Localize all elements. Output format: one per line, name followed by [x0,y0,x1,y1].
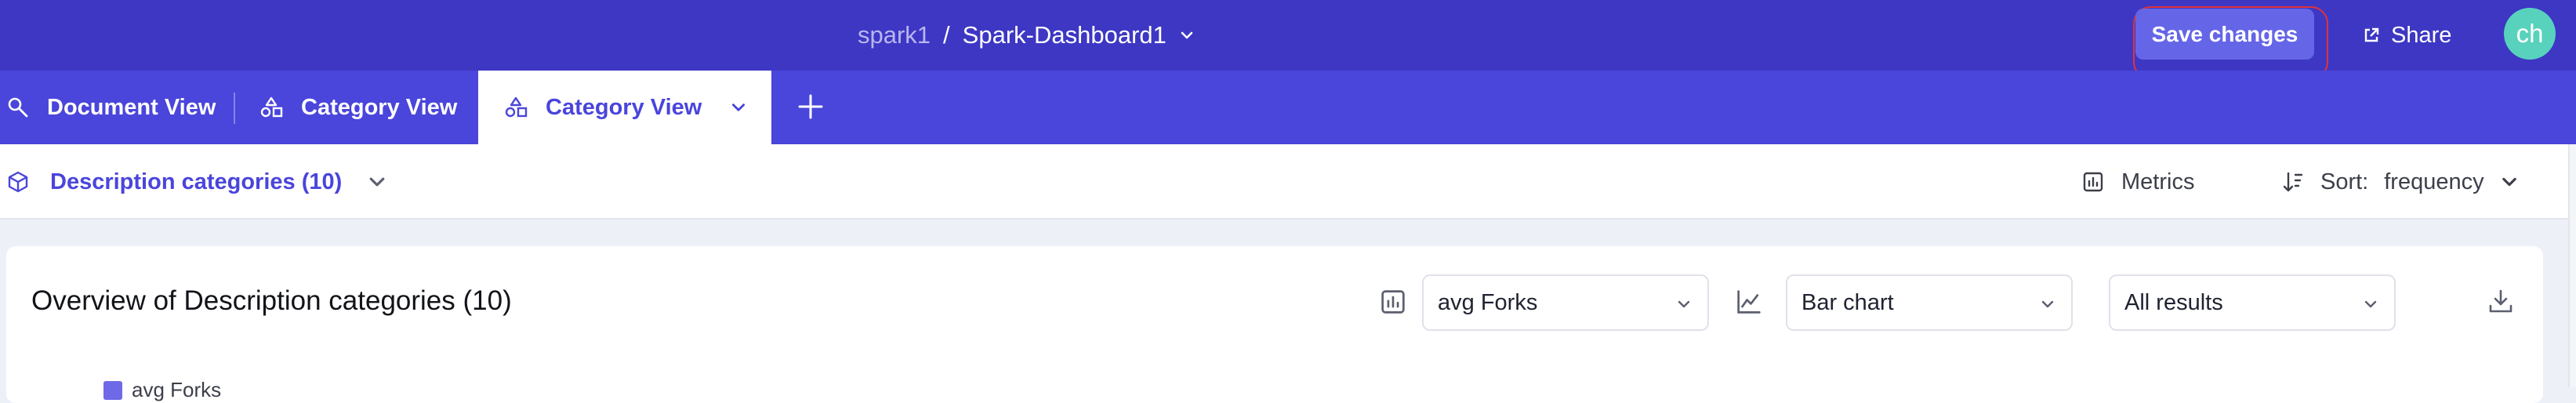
scrollbar[interactable] [2568,144,2576,387]
chevron-down-icon [2041,300,2054,308]
results-dropdown-value: All results [2124,289,2223,315]
chevron-down-icon[interactable] [1179,27,1195,43]
sort-value: frequency [2384,169,2484,194]
add-tab-icon[interactable] [793,89,828,124]
category-selector[interactable]: Description categories (10) [6,144,387,220]
chevron-down-icon [2364,300,2377,308]
share-label: Share [2391,22,2452,48]
breadcrumb-separator: / [943,21,950,49]
sort-prefix: Sort: [2320,169,2369,194]
top-bar: spark1 / Spark-Dashboard1 Save changes S… [0,0,2576,79]
share-button[interactable]: Share [2363,16,2451,55]
chart-type-dropdown-value: Bar chart [1801,289,1894,315]
chart-type-dropdown[interactable]: Bar chart [1786,274,2073,331]
tab-label: Document View [47,94,216,120]
breadcrumb: spark1 / Spark-Dashboard1 [858,16,1195,55]
metrics-button[interactable]: Metrics [2082,144,2194,220]
external-link-icon [2364,27,2379,42]
search-icon [8,97,28,118]
legend-swatch [103,380,122,400]
tab-label: Category View [546,94,702,120]
tab-category-view[interactable]: Category View [259,71,457,144]
download-icon[interactable] [2487,287,2515,315]
chevron-down-icon [2502,177,2516,187]
tab-label: Category View [301,94,458,120]
metric-dropdown[interactable]: avg Forks [1422,274,1709,331]
results-dropdown[interactable]: All results [2109,274,2396,331]
view-toolbar: Description categories (10) Metrics Sort… [0,144,2568,220]
shapes-icon [505,96,528,118]
metric-dropdown-value: avg Forks [1438,289,1538,315]
bar-chart-icon [1381,290,1405,314]
chart-legend: avg Forks [103,378,221,402]
metrics-label: Metrics [2121,169,2195,194]
tab-category-view-active[interactable]: Category View [478,71,771,144]
legend-label: avg Forks [132,378,222,401]
sort-icon [2283,172,2303,192]
chevron-down-icon [369,177,385,187]
overview-card: Overview of Description categories (10) … [6,246,2543,403]
card-title: Overview of Description categories (10) [31,285,512,316]
shapes-icon [260,96,283,118]
chevron-down-icon[interactable] [730,99,747,116]
save-changes-button[interactable]: Save changes [2135,9,2314,60]
tab-divider [234,93,235,124]
category-label: Description categories (10) [50,169,343,194]
sort-selector[interactable]: Sort: frequency [2281,144,2519,220]
avatar[interactable]: ch [2504,8,2556,60]
cube-icon [8,171,28,193]
breadcrumb-workspace[interactable]: spark1 [858,21,931,49]
line-chart-icon [1737,290,1761,314]
dashboard-name[interactable]: Spark-Dashboard1 [963,21,1166,49]
tab-document-view[interactable]: Document View [6,71,216,144]
bar-chart-icon [2083,172,2103,192]
chevron-down-icon [1678,300,1690,308]
tab-bar: Document View Category View Category Vie… [0,71,2576,144]
